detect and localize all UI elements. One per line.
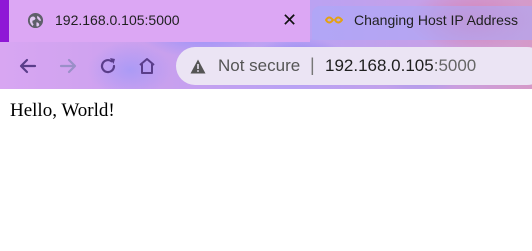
back-button[interactable] [16,54,40,78]
security-status[interactable]: Not secure [218,56,300,76]
home-button[interactable] [135,54,159,78]
forward-arrow-icon [59,58,77,74]
back-arrow-icon [19,58,37,74]
url-port: :5000 [433,56,477,75]
separator: | [310,55,315,75]
reload-button[interactable] [96,54,120,78]
home-icon [139,58,155,74]
colab-icon [325,16,343,24]
browser-chrome: 192.168.0.105:5000 ✕ Changing Host IP Ad… [0,0,532,89]
globe-icon [27,12,44,29]
reload-icon [100,58,116,74]
page-body-text: Hello, World! [10,100,115,121]
url-host: 192.168.0.105 [325,56,434,75]
tab-title-2: Changing Host IP Address [354,12,518,28]
close-tab-icon[interactable]: ✕ [282,10,297,30]
tab-title: 192.168.0.105:5000 [55,12,180,28]
forward-button[interactable] [56,54,80,78]
warning-icon[interactable] [190,59,206,74]
url-text[interactable]: 192.168.0.105:5000 [325,56,476,76]
